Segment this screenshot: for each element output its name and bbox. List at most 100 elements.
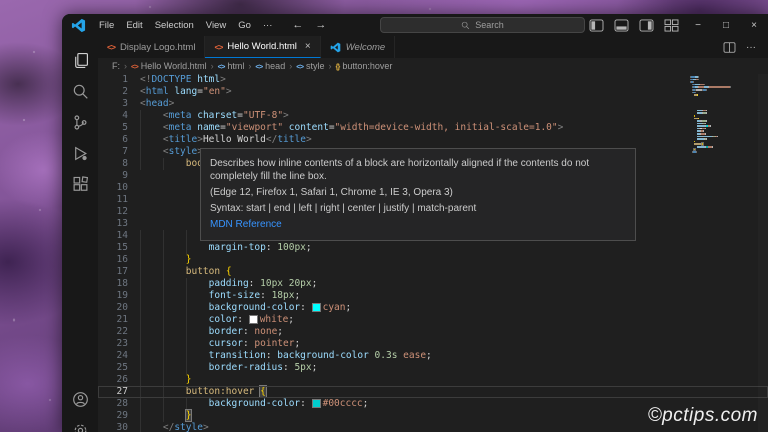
breadcrumb-symbol-icon: <> (131, 62, 138, 71)
line-number: 7 (98, 146, 128, 158)
toggle-panel-icon[interactable] (614, 19, 629, 32)
toggle-sidebar-icon[interactable] (589, 19, 604, 32)
tab-label: Welcome (346, 42, 385, 53)
code-line-16[interactable]: 16} (98, 254, 768, 266)
html-file-icon: <> (107, 42, 115, 52)
menu-item[interactable]: File (93, 20, 120, 31)
line-text: <meta charset="UTF-8"> (128, 110, 289, 122)
line-number: 6 (98, 134, 128, 146)
settings-gear-icon[interactable] (64, 415, 96, 432)
code-line-21[interactable]: 21color: white; (98, 314, 768, 326)
code-line-22[interactable]: 22border: none; (98, 326, 768, 338)
tab-close-icon[interactable]: × (305, 41, 311, 52)
line-text: padding: 10px 20px; (128, 278, 317, 290)
minimap-line (690, 79, 748, 81)
tab-welcome[interactable]: Welcome (321, 36, 395, 58)
line-number: 1 (98, 74, 128, 86)
menu-item[interactable]: Edit (120, 20, 148, 31)
line-text: border-radius: 5px; (128, 362, 317, 374)
line-text (128, 218, 140, 230)
line-text: transition: background-color 0.3s ease; (128, 350, 432, 362)
color-swatch[interactable] (313, 400, 320, 407)
minimap-line (690, 86, 748, 88)
more-actions-icon[interactable]: ··· (746, 42, 756, 53)
code-editor[interactable]: 1<!DOCTYPE html>2<html lang="en">3<head>… (98, 74, 768, 432)
account-icon[interactable] (64, 384, 96, 415)
code-line-27[interactable]: 27button:hover { (98, 386, 768, 398)
breadcrumb-separator: › (288, 61, 293, 71)
line-text: font-size: 18px; (128, 290, 300, 302)
desktop: FileEditSelectionViewGo··· ← → Search − … (0, 0, 768, 432)
code-line-2[interactable]: 2<html lang="en"> (98, 86, 768, 98)
line-number: 20 (98, 302, 128, 314)
minimap-line (690, 92, 748, 94)
minimap-line (690, 97, 748, 99)
code-line-25[interactable]: 25border-radius: 5px; (98, 362, 768, 374)
extensions-icon[interactable] (64, 169, 96, 200)
minimap[interactable] (690, 76, 748, 154)
tab-display-logo-html[interactable]: <>Display Logo.html (98, 36, 205, 58)
minimap-line (690, 99, 748, 101)
code-line-26[interactable]: 26} (98, 374, 768, 386)
breadcrumb-item[interactable]: <>head (255, 61, 285, 71)
menu-item[interactable]: View (200, 20, 232, 31)
close-button[interactable]: × (740, 14, 768, 36)
code-line-19[interactable]: 19font-size: 18px; (98, 290, 768, 302)
tooltip-syntax: Syntax: start | end | left | right | cen… (210, 202, 626, 215)
minimap-line (690, 105, 748, 107)
menu-item[interactable]: ··· (257, 20, 279, 31)
minimize-button[interactable]: − (684, 14, 712, 36)
color-swatch[interactable] (250, 316, 257, 323)
tooltip-browser-support: (Edge 12, Firefox 1, Safari 1, Chrome 1,… (210, 186, 626, 199)
line-number: 27 (98, 386, 128, 398)
title-bar: FileEditSelectionViewGo··· ← → Search − … (62, 14, 768, 36)
code-line-24[interactable]: 24transition: background-color 0.3s ease… (98, 350, 768, 362)
code-line-3[interactable]: 3<head> (98, 98, 768, 110)
split-editor-icon[interactable] (723, 42, 736, 53)
breadcrumb-item[interactable]: {}button:hover (335, 61, 392, 71)
menu-item[interactable]: Go (232, 20, 257, 31)
customize-layout-icon[interactable] (664, 19, 679, 32)
editor-scrollbar[interactable] (758, 74, 768, 432)
breadcrumb-item[interactable]: F: (112, 61, 120, 71)
code-line-18[interactable]: 18padding: 10px 20px; (98, 278, 768, 290)
code-line-17[interactable]: 17button { (98, 266, 768, 278)
vscode-logo-icon (71, 18, 86, 33)
breadcrumb-separator: › (123, 61, 128, 71)
menu-item[interactable]: Selection (149, 20, 200, 31)
code-line-4[interactable]: 4<meta charset="UTF-8"> (98, 110, 768, 122)
explorer-icon[interactable] (64, 45, 96, 76)
breadcrumb-symbol-icon: <> (296, 62, 303, 71)
tab-hello-world-html[interactable]: <>Hello World.html× (205, 36, 320, 58)
line-text: <head> (128, 98, 174, 110)
code-line-23[interactable]: 23cursor: pointer; (98, 338, 768, 350)
run-debug-icon[interactable] (64, 138, 96, 169)
vscode-file-icon (330, 42, 341, 53)
line-number: 5 (98, 122, 128, 134)
breadcrumb-item[interactable]: <>Hello World.html (131, 61, 207, 71)
mdn-reference-link[interactable]: MDN Reference (210, 219, 282, 230)
toggle-secondary-sidebar-icon[interactable] (639, 19, 654, 32)
nav-forward-icon[interactable]: → (315, 19, 326, 31)
line-text (128, 182, 140, 194)
breadcrumb-item[interactable]: <>style (296, 61, 324, 71)
line-text: background-color: #00cccc; (128, 398, 368, 410)
hover-tooltip: Describes how inline contents of a block… (200, 148, 636, 241)
code-line-1[interactable]: 1<!DOCTYPE html> (98, 74, 768, 86)
line-number: 8 (98, 158, 128, 170)
line-number: 3 (98, 98, 128, 110)
code-line-6[interactable]: 6<title>Hello World</title> (98, 134, 768, 146)
breadcrumb-item[interactable]: <>html (218, 61, 245, 71)
minimap-line (690, 128, 748, 130)
nav-back-icon[interactable]: ← (292, 19, 303, 31)
code-line-5[interactable]: 5<meta name="viewport" content="width=de… (98, 122, 768, 134)
search-sidebar-icon[interactable] (64, 76, 96, 107)
line-text: background-color: cyan; (128, 302, 351, 314)
source-control-icon[interactable] (64, 107, 96, 138)
code-line-20[interactable]: 20background-color: cyan; (98, 302, 768, 314)
color-swatch[interactable] (313, 304, 320, 311)
code-line-15[interactable]: 15margin-top: 100px; (98, 242, 768, 254)
maximize-button[interactable]: □ (712, 14, 740, 36)
minimap-line (690, 146, 748, 148)
command-center-search[interactable]: Search (380, 17, 585, 33)
